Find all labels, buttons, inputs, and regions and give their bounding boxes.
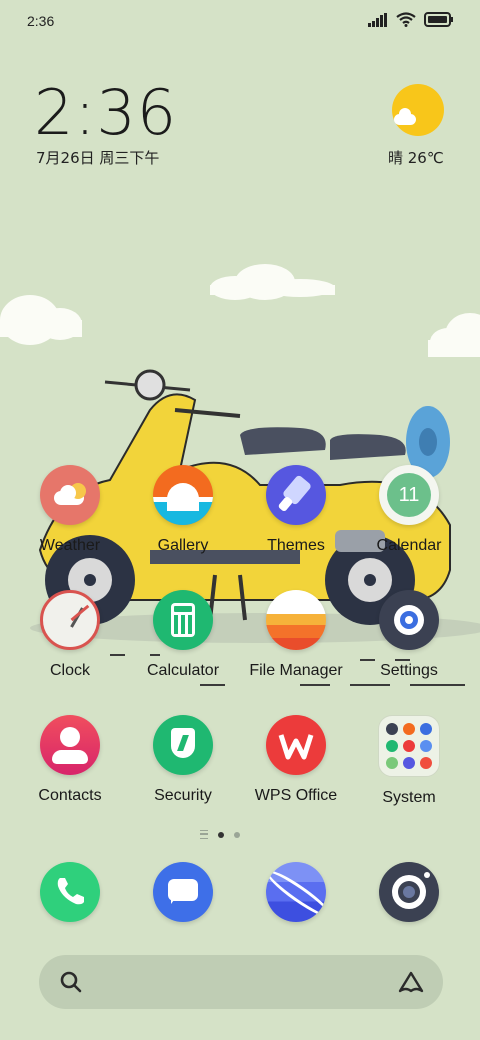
assistant-icon[interactable] [397,970,425,994]
wifi-icon [396,12,416,27]
app-label-gallery: Gallery [157,537,209,554]
feed-page-icon[interactable] [200,830,208,839]
page-dot-active[interactable] [218,831,224,838]
calendar-app-icon: 11 [379,465,439,525]
app-settings[interactable]: Settings [353,590,465,680]
page-indicator[interactable] [200,830,240,839]
phone-icon [40,862,100,922]
weather-widget-text: 晴 26℃ [388,149,444,167]
folder-grid-icon [378,715,440,777]
wps-office-icon [266,715,326,775]
app-calculator[interactable]: Calculator [127,590,239,680]
message-icon [153,862,213,922]
app-contacts[interactable]: Contacts [14,715,126,805]
app-label-weather: Weather [39,537,101,554]
app-label-file-manager: File Manager [249,662,343,679]
weather-app-icon [40,465,100,525]
app-clock[interactable]: Clock [14,590,126,680]
app-calendar[interactable]: 11 Calendar [353,465,465,555]
app-label-system: System [382,789,436,806]
status-icons [368,12,454,27]
app-label-calculator: Calculator [146,662,220,679]
clock-widget-date: 7月26日 周三下午 [36,149,160,167]
camera-icon [379,862,439,922]
shield-icon [153,715,213,775]
app-label-wps-office: WPS Office [254,787,338,804]
app-label-settings: Settings [380,662,438,679]
search-bar[interactable] [39,955,443,1009]
clock-app-icon [40,590,100,650]
app-security[interactable]: Security [127,715,239,805]
browser-icon [266,862,326,922]
status-time: 2:36 [27,13,55,29]
page-dot[interactable] [234,831,240,838]
dock-browser[interactable] [240,862,352,922]
dock-camera[interactable] [353,862,465,922]
folder-icon [266,590,326,650]
contacts-app-icon [40,715,100,775]
search-icon [60,971,82,993]
brush-icon [266,465,326,525]
app-label-calendar: Calendar [376,537,442,554]
signal-icon [368,12,387,27]
app-label-contacts: Contacts [38,787,102,804]
gallery-app-icon [153,465,213,525]
app-gallery[interactable]: Gallery [127,465,239,555]
app-weather[interactable]: Weather [14,465,126,555]
app-label-clock: Clock [49,662,90,679]
weather-sun-icon[interactable] [392,84,444,136]
app-label-security: Security [154,787,212,804]
calendar-day: 11 [387,473,431,517]
app-wps-office[interactable]: WPS Office [240,715,352,805]
battery-icon [424,12,453,27]
app-themes[interactable]: Themes [240,465,352,555]
app-file-manager[interactable]: File Manager [240,590,352,680]
clock-widget-time[interactable]: 2:36 [34,76,177,149]
dock-messages[interactable] [127,862,239,922]
dock-phone[interactable] [14,862,126,922]
gear-icon [379,590,439,650]
app-label-themes: Themes [267,537,325,554]
calculator-app-icon [153,590,213,650]
app-folder-system[interactable]: System [353,715,465,807]
